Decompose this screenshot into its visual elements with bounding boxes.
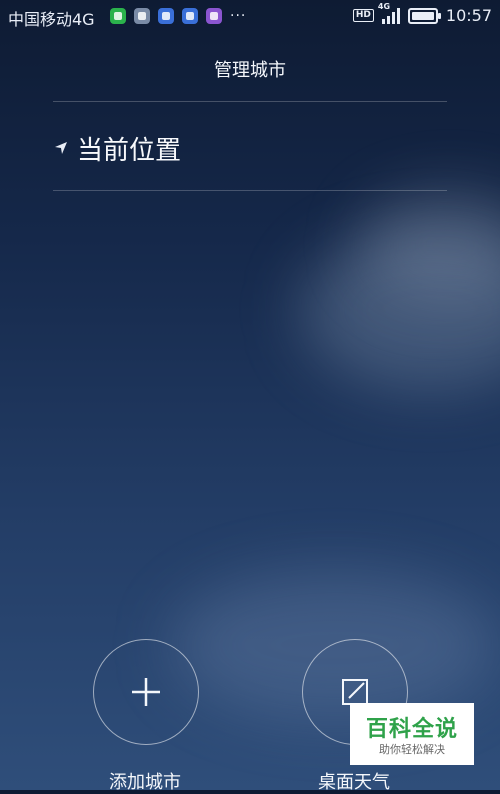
status-bar: 中国移动4G ··· HD 4G 10:57 — [0, 0, 500, 34]
clock: 10:57 — [445, 6, 492, 25]
page-title: 管理城市 — [214, 60, 286, 81]
background-clouds — [0, 0, 500, 790]
baidu-icon — [158, 8, 174, 24]
wechat-icon — [110, 8, 126, 24]
watermark-badge: 百科全说 助你轻松解决 — [350, 703, 474, 765]
notification-icons: ··· — [110, 8, 246, 24]
message-icon — [206, 8, 222, 24]
carrier-label: 中国移动4G — [8, 10, 95, 29]
current-location-item[interactable]: 当前位置 — [53, 120, 447, 176]
network-tag: 4G — [377, 1, 391, 11]
gallery-icon — [134, 8, 150, 24]
add-city-label: 添加城市 — [109, 772, 181, 793]
status-right: HD 4G 10:57 — [352, 2, 492, 25]
desktop-weather-label: 桌面天气 — [318, 772, 390, 793]
location-arrow-icon — [55, 142, 67, 154]
divider-bottom — [53, 190, 447, 191]
baidu-icon — [182, 8, 198, 24]
add-city-button[interactable] — [93, 639, 199, 745]
current-location-label: 当前位置 — [77, 135, 182, 166]
divider-top — [53, 101, 447, 102]
hd-voice-icon: HD — [352, 9, 374, 22]
plus-icon — [132, 678, 160, 706]
more-notifications-icon: ··· — [230, 8, 247, 24]
watermark-subtitle: 助你轻松解决 — [379, 743, 445, 756]
signal-icon: 4G — [378, 2, 400, 24]
battery-icon — [407, 7, 441, 24]
watermark-title: 百科全说 — [365, 717, 458, 742]
